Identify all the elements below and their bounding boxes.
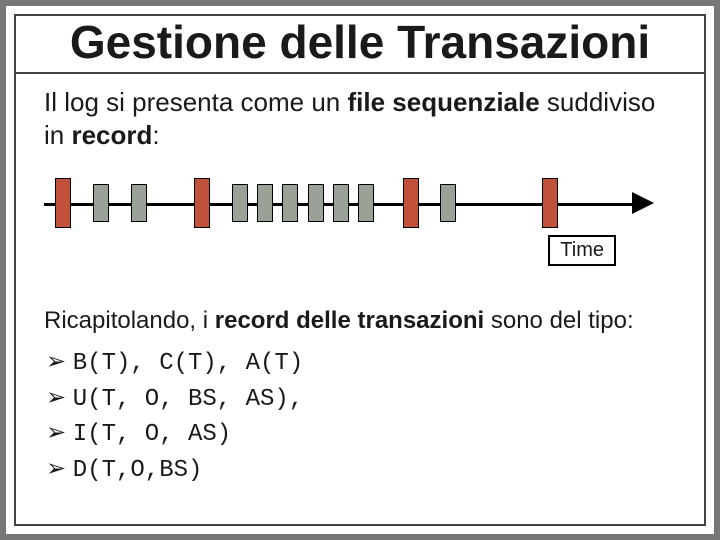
- log-record-marker: [440, 184, 456, 222]
- intro-post: :: [152, 120, 159, 150]
- intro-bold-record: record: [71, 120, 152, 150]
- log-record-marker: [257, 184, 273, 222]
- log-record-marker: [333, 184, 349, 222]
- log-record-marker: [282, 184, 298, 222]
- checkpoint-marker: [55, 178, 71, 228]
- record-type-item: D(T,O,BS): [46, 452, 676, 488]
- log-record-marker: [93, 184, 109, 222]
- slide-frame-inner: Gestione delle Transazioni Il log si pre…: [14, 14, 706, 526]
- log-record-marker: [131, 184, 147, 222]
- summary-line: Ricapitolando, i record delle transazion…: [44, 307, 676, 335]
- record-type-item: I(T, O, AS): [46, 416, 676, 452]
- slide-frame-outer: Gestione delle Transazioni Il log si pre…: [0, 0, 720, 540]
- summary-bold: record delle transazioni: [215, 307, 484, 334]
- log-record-marker: [308, 184, 324, 222]
- record-type-list: B(T), C(T), A(T)U(T, O, BS, AS),I(T, O, …: [46, 345, 676, 487]
- checkpoint-marker: [542, 178, 558, 228]
- record-type-item: U(T, O, BS, AS),: [46, 381, 676, 417]
- log-record-marker: [232, 184, 248, 222]
- timeline-axis-area: [44, 177, 676, 229]
- time-axis-label: Time: [548, 235, 616, 266]
- log-record-marker: [358, 184, 374, 222]
- checkpoint-marker: [403, 178, 419, 228]
- intro-bold-file: file sequenziale: [348, 87, 540, 117]
- summary-pre: Ricapitolando, i: [44, 307, 215, 334]
- timeline-figure: Time: [44, 177, 676, 267]
- arrowhead-icon: [632, 192, 654, 214]
- slide-title: Gestione delle Transazioni: [44, 18, 676, 66]
- checkpoint-marker: [194, 178, 210, 228]
- intro-pre: Il log si presenta come un: [44, 87, 348, 117]
- intro-paragraph: Il log si presenta come un file sequenzi…: [44, 86, 676, 151]
- summary-post: sono del tipo:: [484, 307, 633, 334]
- record-type-item: B(T), C(T), A(T): [46, 345, 676, 381]
- title-divider: [16, 72, 704, 74]
